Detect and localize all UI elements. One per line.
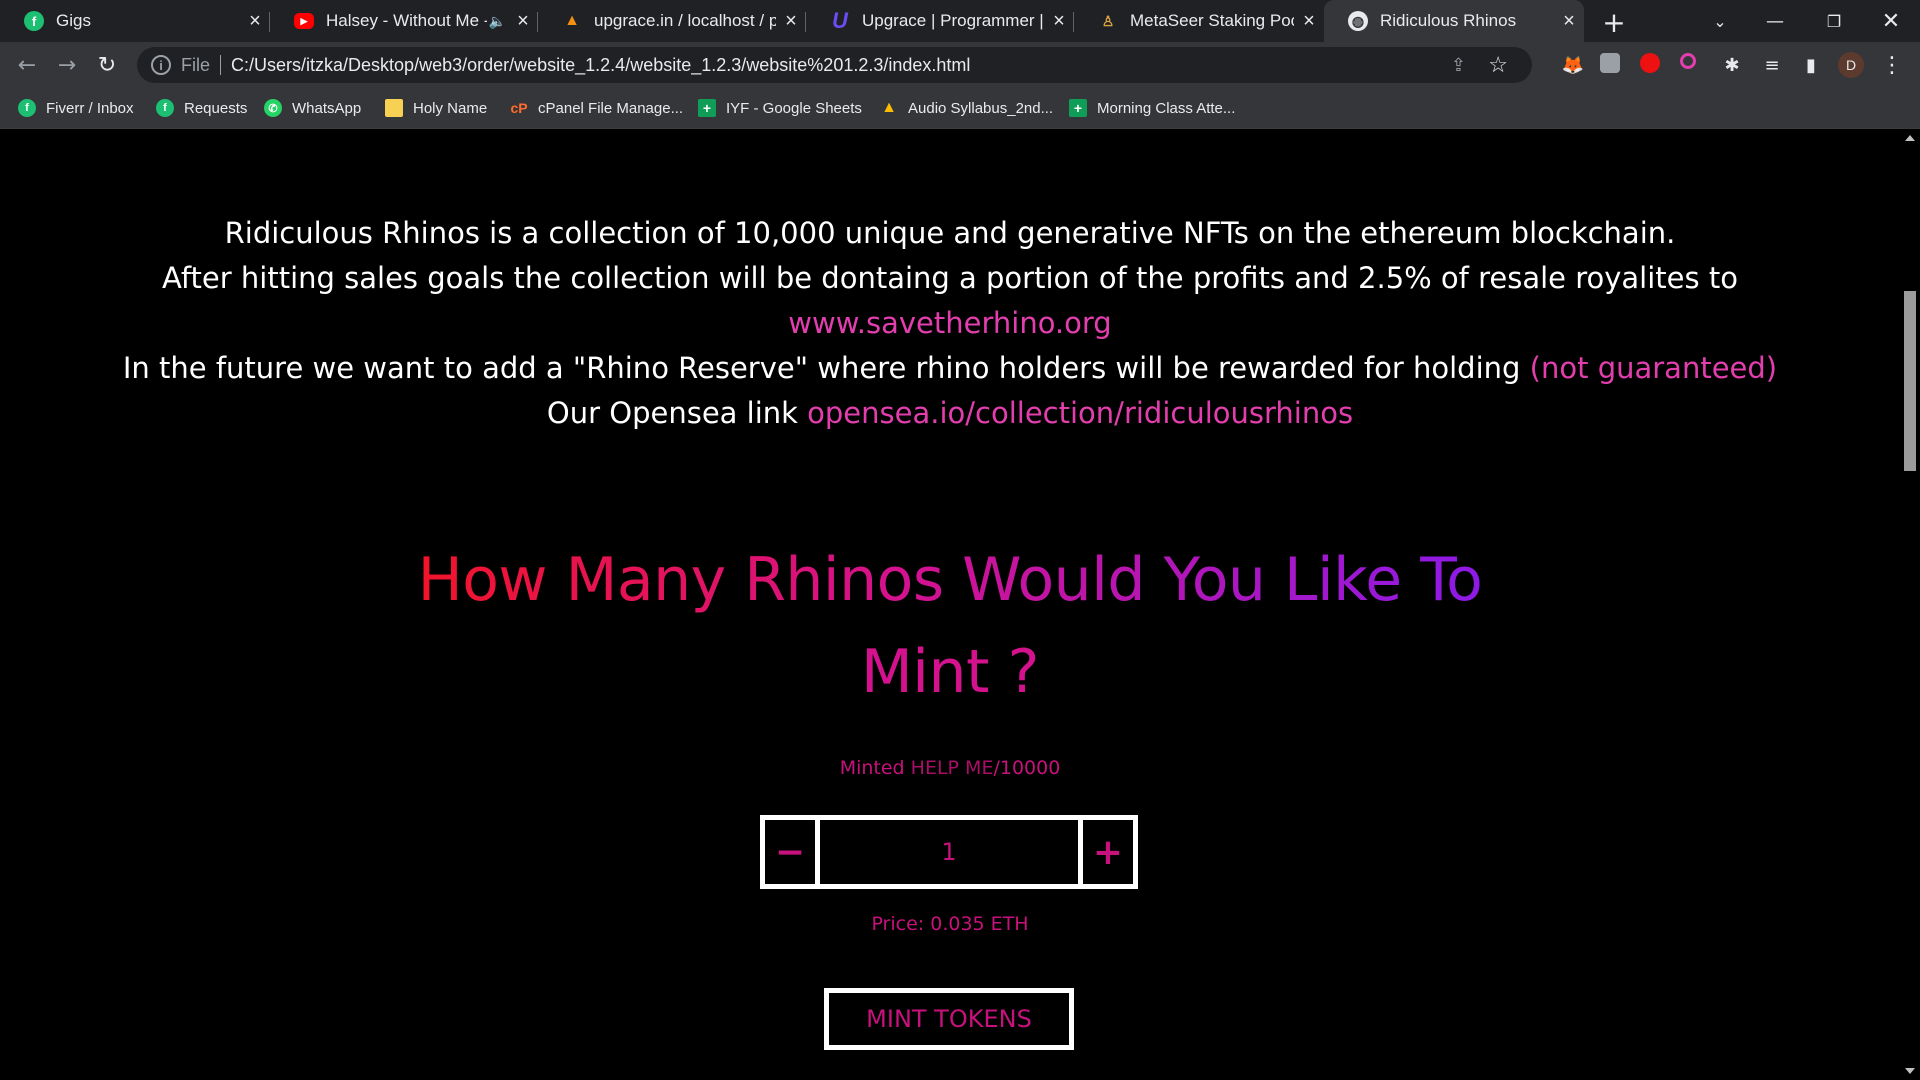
- google-sheets-icon: +: [1069, 99, 1087, 117]
- opensea-label: Our Opensea link: [546, 396, 798, 430]
- tab-halsey[interactable]: ▶ Halsey - Without Me - Y 🔈 ×: [270, 0, 538, 42]
- about-section: Ridiculous Rhinos is a collection of 10,…: [0, 211, 1900, 436]
- address-url[interactable]: C:/Users/itzka/Desktop/web3/order/websit…: [231, 55, 970, 76]
- tab-title: Ridiculous Rhinos: [1380, 11, 1517, 30]
- metaseer-icon: ♙: [1101, 12, 1115, 29]
- fiverr-icon: f: [18, 99, 36, 117]
- minted-counter: Minted HELP ME/10000: [0, 757, 1900, 779]
- bookmarks-bar: f Fiverr / Inbox f Requests ✆ WhatsApp H…: [0, 88, 1920, 129]
- side-panel-icon[interactable]: ▮: [1799, 53, 1823, 77]
- tab-metaseer[interactable]: ♙ MetaSeer Staking Pool ×: [1074, 0, 1324, 42]
- tab-title: Upgrace | Programmer | Ful: [862, 11, 1044, 30]
- tab-title: upgrace.in / localhost / por: [594, 11, 776, 30]
- scroll-down-icon[interactable]: [1905, 1068, 1915, 1074]
- web-page: Ridiculous Rhinos is a collection of 10,…: [0, 129, 1900, 1080]
- minted-label: Minted: [839, 757, 905, 779]
- scroll-thumb[interactable]: [1904, 291, 1916, 471]
- metamask-icon[interactable]: 🦊: [1561, 53, 1585, 77]
- address-scheme: File: [181, 54, 211, 75]
- media-queue-icon[interactable]: ≡: [1760, 53, 1784, 77]
- tab-title: Halsey - Without Me - Y: [326, 11, 487, 30]
- tab-strip: f Gigs × ▶ Halsey - Without Me - Y 🔈 × ▲…: [0, 0, 1920, 42]
- tab-ridiculous-rhinos[interactable]: ◍ Ridiculous Rhinos ×: [1324, 0, 1584, 42]
- close-icon[interactable]: ×: [776, 10, 806, 33]
- close-icon[interactable]: ×: [1044, 10, 1074, 33]
- bookmark-cpanel[interactable]: cP cPanel File Manage...: [510, 97, 683, 119]
- tab-title: MetaSeer Staking Pool: [1130, 11, 1294, 30]
- about-line: After hitting sales goals the collection…: [162, 261, 1738, 295]
- minimize-button[interactable]: —: [1745, 0, 1805, 42]
- bookmark-holy-name[interactable]: Holy Name: [385, 97, 487, 119]
- new-tab-button[interactable]: +: [1596, 4, 1632, 40]
- bookmark-fiverr-inbox[interactable]: f Fiverr / Inbox: [18, 97, 134, 119]
- savetherhino-link[interactable]: www.savetherhino.org: [788, 306, 1111, 340]
- extension-icon[interactable]: [1600, 53, 1620, 73]
- google-sheets-icon: +: [698, 99, 716, 117]
- mint-heading: How Many Rhinos Would You Like To Mint ?: [300, 534, 1600, 718]
- tab-title: Gigs: [56, 11, 91, 30]
- bookmark-requests[interactable]: f Requests: [156, 97, 247, 119]
- close-icon[interactable]: ×: [508, 10, 538, 33]
- close-icon[interactable]: ×: [240, 10, 270, 33]
- speaker-icon[interactable]: 🔈: [489, 13, 506, 30]
- back-icon[interactable]: ←: [8, 46, 46, 84]
- bookmark-star-icon[interactable]: ☆: [1488, 52, 1508, 78]
- restore-button[interactable]: ❐: [1804, 0, 1864, 42]
- browser-toolbar: ← → ↻ i File C:/Users/itzka/Desktop/web3…: [0, 42, 1920, 88]
- mint-tokens-button[interactable]: MINT TOKENS: [824, 988, 1074, 1050]
- close-icon[interactable]: ×: [1554, 10, 1584, 33]
- color-picker-icon[interactable]: [1680, 53, 1696, 69]
- fiverr-icon: f: [156, 99, 174, 117]
- bookmark-morning-class[interactable]: + Morning Class Atte...: [1069, 97, 1235, 119]
- about-line: In the future we want to add a "Rhino Re…: [122, 351, 1521, 385]
- address-bar[interactable]: i File C:/Users/itzka/Desktop/web3/order…: [137, 47, 1532, 83]
- increment-button[interactable]: +: [1078, 820, 1133, 884]
- opensea-link[interactable]: opensea.io/collection/ridiculousrhinos: [807, 396, 1353, 430]
- menu-icon[interactable]: ⋮: [1880, 53, 1904, 78]
- not-guaranteed-note: (not guaranteed): [1529, 351, 1778, 385]
- folder-icon: [385, 99, 403, 117]
- info-icon[interactable]: i: [151, 55, 171, 75]
- price-label: Price: 0.035 ETH: [871, 913, 1029, 935]
- share-icon[interactable]: ⇪: [1451, 55, 1466, 76]
- max-supply: /10000: [993, 757, 1061, 779]
- globe-icon: ◍: [1348, 11, 1368, 31]
- tab-gigs[interactable]: f Gigs ×: [0, 0, 270, 42]
- fiverr-icon: f: [24, 11, 44, 31]
- close-icon[interactable]: ×: [1294, 10, 1324, 33]
- mint-heading-line2: Mint ?: [861, 637, 1039, 707]
- google-drive-icon: ▲: [881, 99, 897, 116]
- phpmyadmin-icon: ▲: [564, 12, 580, 29]
- quantity-input[interactable]: 1: [820, 820, 1078, 884]
- bookmark-audio-syllabus[interactable]: ▲ Audio Syllabus_2nd...: [880, 97, 1053, 119]
- scroll-up-icon[interactable]: [1905, 135, 1915, 141]
- tab-phpmyadmin[interactable]: ▲ upgrace.in / localhost / por ×: [538, 0, 806, 42]
- cpanel-icon: cP: [510, 100, 528, 116]
- quantity-stepper: − 1 +: [760, 815, 1138, 889]
- decrement-button[interactable]: −: [765, 820, 820, 884]
- mint-heading-line1: How Many Rhinos Would You Like To: [418, 534, 1483, 626]
- reload-icon[interactable]: ↻: [88, 46, 126, 84]
- bookmark-whatsapp[interactable]: ✆ WhatsApp: [264, 97, 361, 119]
- page-scrollbar[interactable]: [1900, 129, 1920, 1080]
- youtube-icon: ▶: [294, 13, 314, 29]
- tab-upgrace[interactable]: U Upgrace | Programmer | Ful ×: [806, 0, 1074, 42]
- extension-red-icon[interactable]: [1640, 53, 1660, 73]
- about-line: Ridiculous Rhinos is a collection of 10,…: [224, 216, 1676, 250]
- bookmark-iyf-sheets[interactable]: + IYF - Google Sheets: [698, 97, 862, 119]
- tab-search-icon[interactable]: ⌄: [1690, 0, 1750, 42]
- minted-value: HELP ME: [910, 757, 994, 779]
- puzzle-icon[interactable]: ✱: [1720, 53, 1744, 77]
- forward-icon[interactable]: →: [48, 46, 86, 84]
- upgrace-icon: U: [832, 8, 848, 33]
- close-window-button[interactable]: ✕: [1861, 0, 1920, 42]
- profile-avatar[interactable]: D: [1838, 52, 1864, 78]
- whatsapp-icon: ✆: [264, 99, 282, 117]
